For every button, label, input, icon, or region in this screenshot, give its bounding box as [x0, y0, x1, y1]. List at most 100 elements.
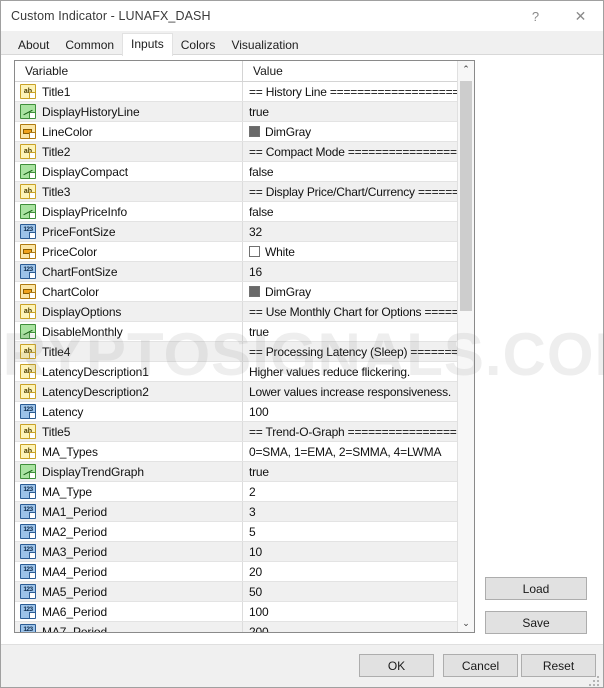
variable-cell[interactable]: 123MA3_Period	[15, 542, 243, 561]
table-row[interactable]: DisplayPriceInfofalse	[15, 202, 457, 222]
value-cell[interactable]: 3	[243, 502, 457, 521]
resize-grip-icon[interactable]	[589, 674, 601, 686]
table-row[interactable]: 123MA1_Period3	[15, 502, 457, 522]
tab-inputs[interactable]: Inputs	[122, 33, 173, 56]
variable-cell[interactable]: DisplayPriceInfo	[15, 202, 243, 221]
variable-cell[interactable]: DisplayHistoryLine	[15, 102, 243, 121]
table-row[interactable]: 123MA2_Period5	[15, 522, 457, 542]
help-icon[interactable]: ?	[513, 1, 558, 31]
variable-cell[interactable]: DisplayTrendGraph	[15, 462, 243, 481]
table-row[interactable]: abMA_Types0=SMA, 1=EMA, 2=SMMA, 4=LWMA	[15, 442, 457, 462]
table-row[interactable]: 123MA7_Period200	[15, 622, 457, 632]
table-row[interactable]: LineColorDimGray	[15, 122, 457, 142]
table-row[interactable]: abDisplayOptions== Use Monthly Chart for…	[15, 302, 457, 322]
table-row[interactable]: PriceColorWhite	[15, 242, 457, 262]
variable-cell[interactable]: 123MA_Type	[15, 482, 243, 501]
table-row[interactable]: abLatencyDescription2Lower values increa…	[15, 382, 457, 402]
scrollbar-thumb[interactable]	[460, 81, 472, 311]
reset-button[interactable]: Reset	[521, 654, 596, 677]
load-button[interactable]: Load	[485, 577, 587, 600]
value-cell[interactable]: true	[243, 462, 457, 481]
value-cell[interactable]: 32	[243, 222, 457, 241]
value-cell[interactable]: 16	[243, 262, 457, 281]
table-row[interactable]: 123MA6_Period100	[15, 602, 457, 622]
variable-cell[interactable]: abTitle5	[15, 422, 243, 441]
value-cell[interactable]: false	[243, 202, 457, 221]
table-row[interactable]: abTitle4== Processing Latency (Sleep) ==…	[15, 342, 457, 362]
variable-cell[interactable]: ChartColor	[15, 282, 243, 301]
value-cell[interactable]: == History Line ========================	[243, 82, 457, 101]
table-row[interactable]: ChartColorDimGray	[15, 282, 457, 302]
variable-cell[interactable]: 123MA1_Period	[15, 502, 243, 521]
table-row[interactable]: abTitle5== Trend-O-Graph ===============…	[15, 422, 457, 442]
value-cell[interactable]: DimGray	[243, 122, 457, 141]
value-cell[interactable]: true	[243, 322, 457, 341]
column-header-variable[interactable]: Variable	[15, 61, 243, 81]
value-cell[interactable]: == Trend-O-Graph ===================	[243, 422, 457, 441]
variable-cell[interactable]: abDisplayOptions	[15, 302, 243, 321]
table-row[interactable]: abLatencyDescription1Higher values reduc…	[15, 362, 457, 382]
table-row[interactable]: 123MA5_Period50	[15, 582, 457, 602]
variable-cell[interactable]: 123Latency	[15, 402, 243, 421]
value-cell[interactable]: Higher values reduce flickering.	[243, 362, 457, 381]
value-cell[interactable]: 10	[243, 542, 457, 561]
value-cell[interactable]: 5	[243, 522, 457, 541]
grid-vertical-scrollbar[interactable]: ⌃ ⌄	[457, 61, 474, 632]
variable-cell[interactable]: DisplayCompact	[15, 162, 243, 181]
ok-button[interactable]: OK	[359, 654, 434, 677]
scroll-down-icon[interactable]: ⌄	[458, 615, 474, 632]
tab-common[interactable]: Common	[57, 35, 122, 55]
variable-cell[interactable]: abTitle2	[15, 142, 243, 161]
variable-cell[interactable]: abLatencyDescription1	[15, 362, 243, 381]
table-row[interactable]: 123PriceFontSize32	[15, 222, 457, 242]
value-cell[interactable]: true	[243, 102, 457, 121]
table-row[interactable]: abTitle3== Display Price/Chart/Currency …	[15, 182, 457, 202]
variable-cell[interactable]: 123MA2_Period	[15, 522, 243, 541]
value-cell[interactable]: 2	[243, 482, 457, 501]
table-row[interactable]: 123MA_Type2	[15, 482, 457, 502]
table-row[interactable]: 123MA3_Period10	[15, 542, 457, 562]
variable-cell[interactable]: LineColor	[15, 122, 243, 141]
value-cell[interactable]: 0=SMA, 1=EMA, 2=SMMA, 4=LWMA	[243, 442, 457, 461]
close-icon[interactable]: ✕	[558, 1, 603, 31]
value-cell[interactable]: 20	[243, 562, 457, 581]
value-cell[interactable]: Lower values increase responsiveness.	[243, 382, 457, 401]
value-cell[interactable]: == Processing Latency (Sleep) ==========	[243, 342, 457, 361]
cancel-button[interactable]: Cancel	[443, 654, 518, 677]
value-cell[interactable]: false	[243, 162, 457, 181]
table-row[interactable]: 123MA4_Period20	[15, 562, 457, 582]
table-row[interactable]: DisplayCompactfalse	[15, 162, 457, 182]
table-row[interactable]: abTitle2== Compact Mode ================…	[15, 142, 457, 162]
table-row[interactable]: abTitle1== History Line ================…	[15, 82, 457, 102]
variable-cell[interactable]: abMA_Types	[15, 442, 243, 461]
variable-cell[interactable]: PriceColor	[15, 242, 243, 261]
tab-colors[interactable]: Colors	[173, 35, 224, 55]
variable-cell[interactable]: abTitle3	[15, 182, 243, 201]
table-row[interactable]: 123ChartFontSize16	[15, 262, 457, 282]
value-cell[interactable]: 100	[243, 602, 457, 621]
scroll-up-icon[interactable]: ⌃	[458, 61, 474, 78]
value-cell[interactable]: == Use Monthly Chart for Options ======	[243, 302, 457, 321]
value-cell[interactable]: 100	[243, 402, 457, 421]
variable-cell[interactable]: 123MA7_Period	[15, 622, 243, 632]
value-cell[interactable]: == Compact Mode ======================	[243, 142, 457, 161]
tab-about[interactable]: About	[10, 35, 57, 55]
tab-visualization[interactable]: Visualization	[223, 35, 306, 55]
variable-cell[interactable]: abLatencyDescription2	[15, 382, 243, 401]
variable-cell[interactable]: 123MA5_Period	[15, 582, 243, 601]
table-row[interactable]: 123Latency100	[15, 402, 457, 422]
value-cell[interactable]: DimGray	[243, 282, 457, 301]
table-row[interactable]: DisableMonthlytrue	[15, 322, 457, 342]
table-row[interactable]: DisplayTrendGraphtrue	[15, 462, 457, 482]
column-header-value[interactable]: Value	[243, 61, 474, 81]
variable-cell[interactable]: DisableMonthly	[15, 322, 243, 341]
value-cell[interactable]: 200	[243, 622, 457, 632]
variable-cell[interactable]: 123MA4_Period	[15, 562, 243, 581]
variable-cell[interactable]: 123MA6_Period	[15, 602, 243, 621]
variable-cell[interactable]: 123ChartFontSize	[15, 262, 243, 281]
variable-cell[interactable]: 123PriceFontSize	[15, 222, 243, 241]
variable-cell[interactable]: abTitle1	[15, 82, 243, 101]
table-row[interactable]: DisplayHistoryLinetrue	[15, 102, 457, 122]
value-cell[interactable]: White	[243, 242, 457, 261]
value-cell[interactable]: == Display Price/Chart/Currency ========…	[243, 182, 457, 201]
